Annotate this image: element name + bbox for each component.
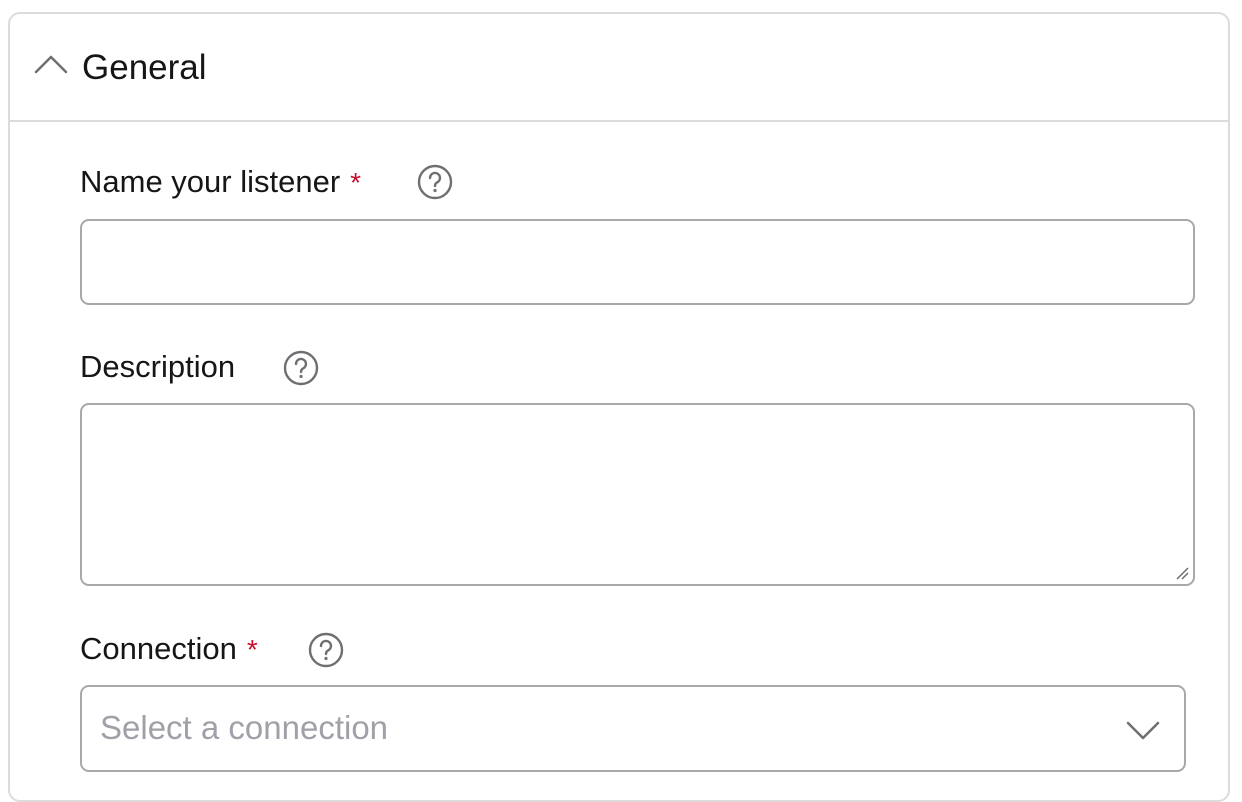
listener-name-input[interactable] xyxy=(80,219,1195,305)
required-marker: * xyxy=(350,167,362,198)
description-field-label: Description xyxy=(80,348,235,386)
name-field-label: Name your listener * xyxy=(80,163,361,202)
question-circle-icon[interactable] xyxy=(283,350,319,386)
connection-select[interactable]: Select a connection xyxy=(80,685,1186,772)
chevron-down-icon xyxy=(1126,721,1160,740)
resize-handle-icon[interactable] xyxy=(1175,566,1189,580)
general-section-header[interactable]: General xyxy=(10,14,1228,122)
connection-field-label: Connection * xyxy=(80,630,258,669)
question-circle-icon[interactable] xyxy=(308,632,344,668)
connection-select-placeholder: Select a connection xyxy=(100,709,389,746)
question-circle-icon[interactable] xyxy=(417,164,453,200)
description-textarea[interactable] xyxy=(80,403,1195,586)
section-title: General xyxy=(82,48,207,87)
required-marker: * xyxy=(246,634,258,665)
description-label-text: Description xyxy=(80,349,236,384)
name-label-text: Name your listener xyxy=(80,164,341,199)
chevron-up-icon xyxy=(34,55,68,74)
connection-label-text: Connection xyxy=(80,631,237,666)
